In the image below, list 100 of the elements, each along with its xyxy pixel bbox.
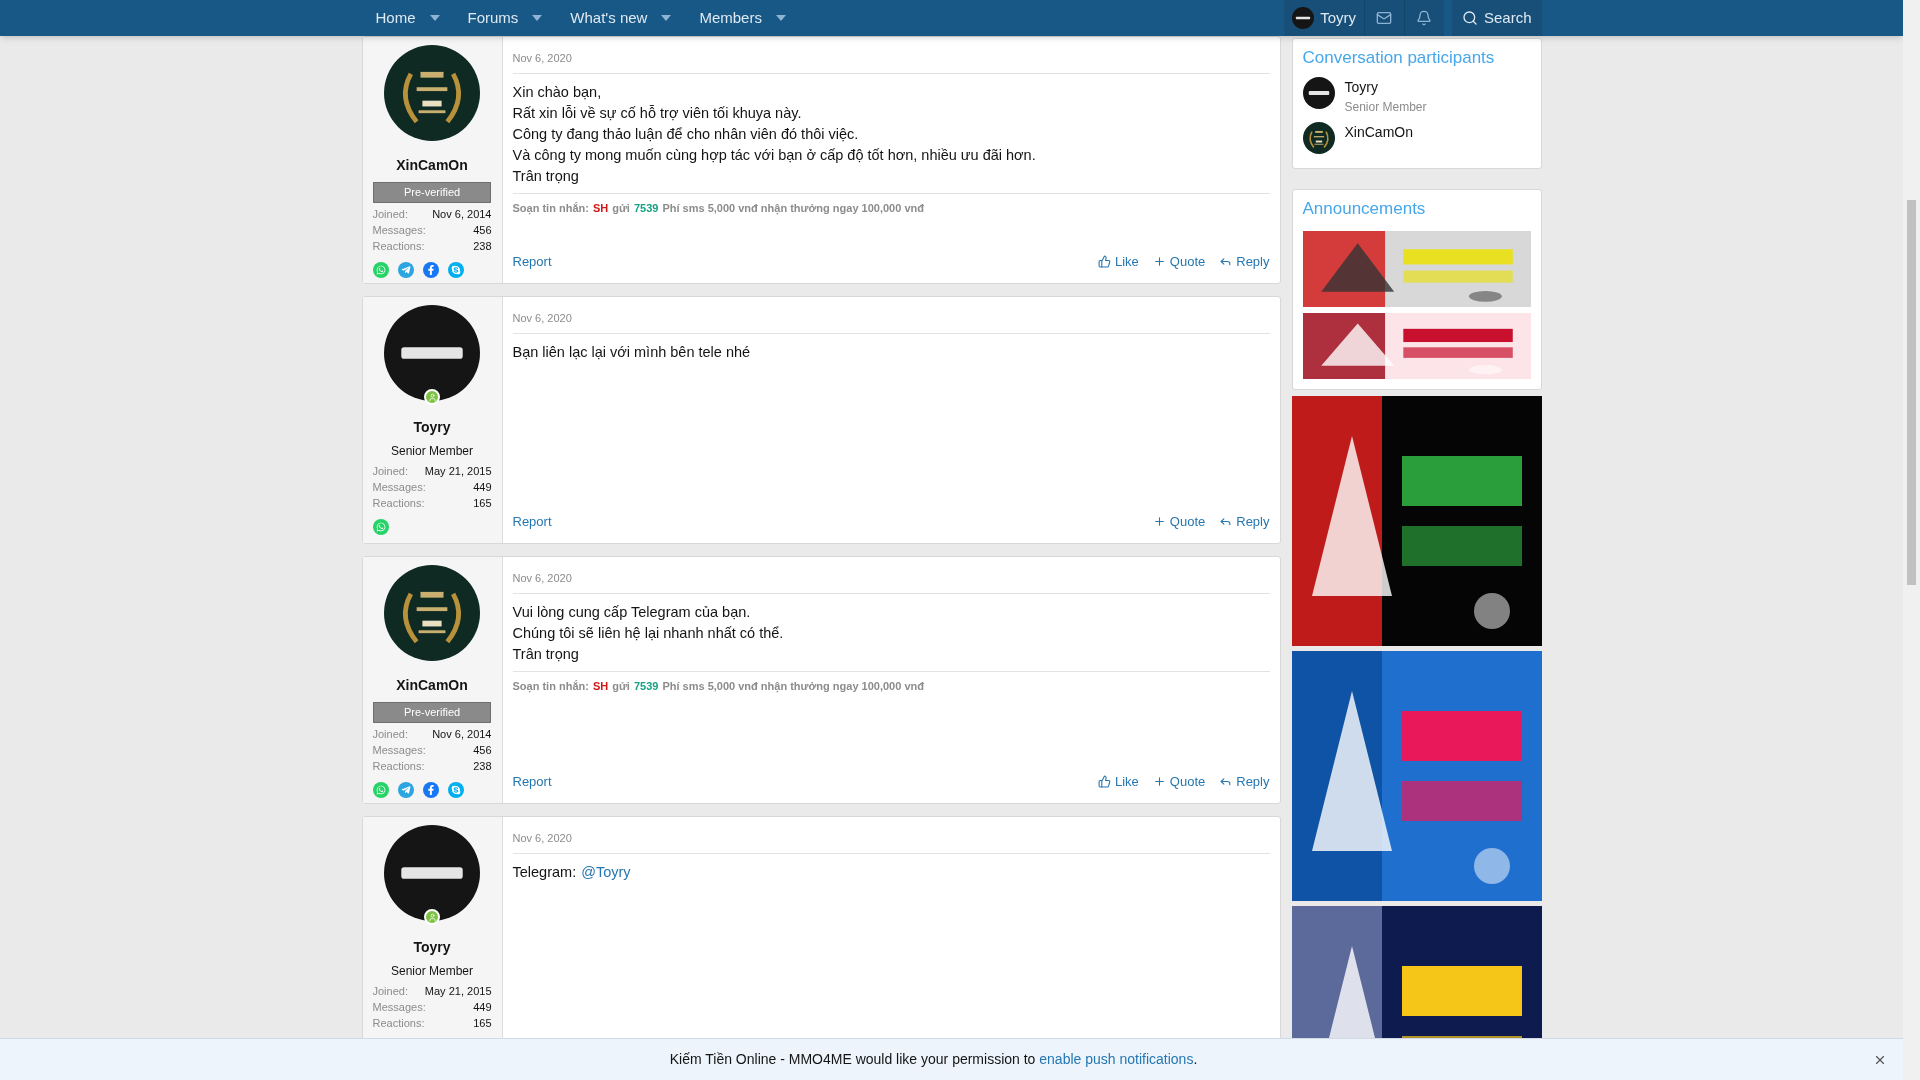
user-badge: Pre-verified (373, 182, 491, 203)
stat-value: May 21, 2015 (424, 464, 492, 479)
search-button[interactable]: Search (1451, 0, 1542, 36)
message-text: Telegram: (512, 863, 577, 882)
search-icon[interactable] (1461, 10, 1478, 26)
signature-text: 7539 (633, 201, 659, 216)
post-date[interactable]: Nov 6, 2020 (512, 312, 572, 324)
plus-icon[interactable] (1152, 774, 1166, 788)
username[interactable]: XinCamOn (396, 675, 468, 696)
notice-text: Kiếm Tiền Online - MMO4ME would like your permission to enable push notifications. (669, 1050, 1198, 1069)
reply-button[interactable]: Reply (1219, 771, 1270, 791)
stat-value: 449 (473, 1000, 492, 1015)
stat-label: Joined: (372, 984, 408, 999)
f-logo-icon[interactable] (422, 261, 439, 278)
nav-link[interactable]: Forums (467, 6, 519, 30)
thumbs-up-icon[interactable] (1097, 254, 1111, 268)
message-text: Bạn liên lạc lại với mình bên tele nhé (512, 343, 751, 362)
stat-label: Messages: (372, 222, 426, 238)
quote-button[interactable]: Quote (1152, 251, 1206, 271)
plus-icon[interactable] (1152, 514, 1166, 528)
stat-label: Reactions: (372, 496, 425, 511)
plus-icon[interactable] (1152, 254, 1166, 268)
caret-icon[interactable] (429, 15, 440, 21)
username[interactable]: Toyry (413, 417, 451, 438)
message-text: Công ty đang thảo luận để cho nhân viên đó thôi việc. (512, 125, 859, 144)
signature-text: gửi (612, 679, 630, 694)
scrollbar[interactable] (1903, 0, 1920, 1080)
s-logo-icon[interactable] (447, 261, 464, 278)
online-indicator-icon (424, 389, 440, 405)
post-date[interactable]: Nov 6, 2020 (512, 572, 572, 584)
stat-value: 456 (473, 742, 492, 758)
stat-value: May 21, 2015 (424, 984, 492, 999)
paper-plane-icon[interactable] (397, 781, 414, 798)
report-link[interactable]: Report (512, 771, 552, 791)
stat-label: Messages: (372, 1000, 426, 1015)
stat-label: Reactions: (372, 238, 425, 254)
message-text: Trân trọng (512, 645, 579, 664)
caret-icon[interactable] (661, 15, 672, 21)
online-indicator-icon (424, 909, 440, 925)
post-date[interactable]: Nov 6, 2020 (512, 832, 572, 844)
user-badge: Pre-verified (373, 702, 491, 723)
user-menu[interactable]: Toyry (1284, 0, 1364, 36)
stat-value: 165 (473, 1016, 492, 1031)
stat-value: 165 (473, 496, 492, 511)
reply-button[interactable]: Reply (1219, 251, 1270, 271)
card-heading: Conversation participants (1302, 47, 1496, 69)
caret-icon[interactable] (532, 15, 543, 21)
stat-label: Reactions: (372, 758, 425, 774)
nav-link[interactable]: Home (375, 6, 416, 30)
stat-label: Joined: (372, 206, 408, 222)
participant-title: Senior Member (1344, 98, 1427, 116)
stat-label: Joined: (372, 726, 408, 742)
stat-value: 238 (473, 238, 492, 254)
card-heading: Announcements (1302, 197, 1427, 220)
username[interactable]: Toyry (413, 937, 451, 958)
user-avatar (1292, 7, 1315, 29)
nav-link[interactable]: Members (699, 6, 762, 30)
stat-value: 238 (473, 758, 492, 774)
user-title: Senior Member (391, 443, 473, 460)
thumbs-up-icon[interactable] (1097, 774, 1111, 788)
report-link[interactable]: Report (512, 511, 552, 531)
stat-value: 456 (473, 222, 492, 238)
signature-text: gửi (612, 201, 630, 216)
paper-plane-icon[interactable] (397, 261, 414, 278)
user-avatar (1302, 121, 1335, 154)
f-logo-icon[interactable] (422, 781, 439, 798)
bell-icon[interactable] (1403, 0, 1444, 36)
stat-label: Messages: (372, 480, 426, 495)
stat-label: Reactions: (372, 1016, 425, 1031)
mention-link[interactable]: @Toyry (581, 862, 631, 883)
stat-label: Joined: (372, 464, 408, 479)
caret-icon[interactable] (775, 15, 786, 21)
message-text: Xin chào bạn, (512, 83, 602, 102)
post-date[interactable]: Nov 6, 2020 (512, 52, 572, 64)
like-button[interactable]: Like (1097, 771, 1139, 791)
message-text: Vui lòng cung cấp Telegram của bạn. (512, 603, 751, 622)
user-avatar (1302, 76, 1335, 109)
user-title: Senior Member (391, 963, 473, 980)
quote-button[interactable]: Quote (1152, 511, 1206, 531)
like-button[interactable]: Like (1097, 251, 1139, 271)
username[interactable]: XinCamOn (396, 155, 468, 176)
stat-value: Nov 6, 2014 (432, 726, 492, 742)
stat-label: Messages: (372, 742, 426, 758)
report-link[interactable]: Report (512, 251, 552, 271)
signature-text: SH (592, 201, 609, 216)
message-text: Và công ty mong muốn cùng hợp tác với bạn ở cấp độ tốt hơn, nhiều ưu đãi hơn. (512, 146, 1036, 165)
signature-text: Soạn tin nhắn: (512, 679, 589, 695)
nav-link[interactable]: What's new (570, 6, 648, 30)
s-logo-icon[interactable] (447, 781, 464, 798)
reply-button[interactable]: Reply (1219, 511, 1270, 531)
signature-text: Phí sms 5,000 vnđ nhận thưởng ngay 100,000 vnđ (662, 201, 924, 217)
quote-button[interactable]: Quote (1152, 771, 1206, 791)
signature-text: Soạn tin nhắn: (512, 201, 589, 217)
signature-text: 7539 (633, 679, 659, 694)
stat-value: 449 (473, 480, 492, 495)
message-text: Chúng tôi sẽ liên hệ lại nhanh nhất có thể. (512, 624, 784, 643)
participant-name[interactable]: Toyry (1344, 76, 1427, 98)
mail-icon[interactable] (1363, 0, 1404, 36)
stat-value: Nov 6, 2014 (432, 206, 492, 222)
participant-name[interactable]: XinCamOn (1344, 121, 1413, 143)
